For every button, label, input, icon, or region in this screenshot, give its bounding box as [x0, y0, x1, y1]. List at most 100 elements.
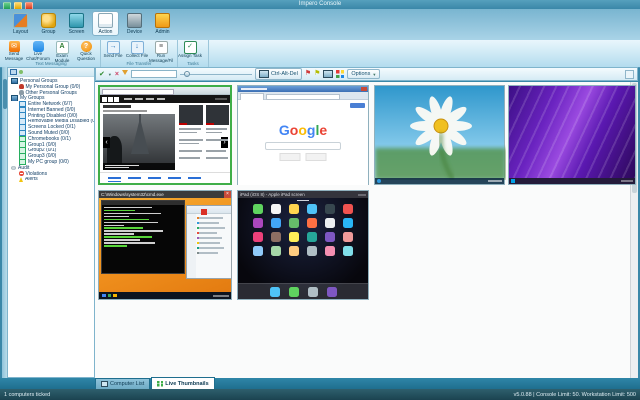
- ribbon-tab-label: Admin: [155, 29, 169, 35]
- view-tab-bar: Computer List Live Thumbnails: [0, 378, 640, 389]
- ribbon-tab-label: Group: [42, 29, 56, 35]
- tree-item-icon: [11, 95, 18, 101]
- address-bar: [102, 89, 174, 95]
- ribbon-group-label: File Transfer: [101, 61, 177, 66]
- ios-app-icon: [325, 218, 335, 228]
- slider-knob[interactable]: [184, 71, 190, 77]
- ios-dock-icon: [270, 287, 280, 297]
- sign-in-button: [350, 103, 365, 108]
- collapse-panel-icon[interactable]: [625, 70, 634, 79]
- computers-icon[interactable]: [10, 69, 17, 75]
- ribbon-tab[interactable]: Device: [122, 11, 147, 36]
- tree-item-icon: [19, 84, 24, 89]
- start-button-icon: [511, 179, 515, 183]
- options-button[interactable]: Options ▼: [347, 69, 380, 79]
- search-input[interactable]: [131, 70, 177, 78]
- tree-item-label: My PC group (0/0): [28, 159, 69, 165]
- ios-app-icon: [325, 232, 335, 242]
- ribbon-group-label: Text Messaging: [2, 61, 100, 66]
- status-bar: 1 computers ticked v5.0.88 | Console Lim…: [0, 389, 640, 400]
- ipad-title-text: iPad (iOS 8) - Apple iPad screen: [240, 192, 305, 197]
- tab-live-thumbnails[interactable]: Live Thumbnails: [151, 377, 214, 389]
- ribbon-tab-icon: [98, 13, 113, 28]
- ios-app-icon: [289, 204, 299, 214]
- title-bar: Impero Console: [0, 0, 640, 9]
- ios-status-bar: [297, 200, 309, 201]
- bbc-nav-bar: [100, 95, 230, 103]
- notification-badge: [201, 209, 207, 215]
- filter-icon[interactable]: [122, 70, 128, 78]
- google-search-box: [265, 142, 341, 150]
- ribbon-tab[interactable]: Admin: [150, 11, 175, 36]
- ie-taskbar-icon: [377, 179, 381, 183]
- select-dropdown-icon[interactable]: ▼: [108, 72, 112, 77]
- ribbon-button-label: Quick Question: [77, 51, 95, 61]
- tab-computer-list[interactable]: Computer List: [95, 378, 150, 389]
- cmd-window-title: C:\Windows\system32\cmd.exe ×: [99, 191, 231, 198]
- ios-app-icon: [253, 232, 263, 242]
- computer-list-icon: [101, 381, 108, 387]
- tree-item-icon: [19, 90, 24, 95]
- ios-app-icon: [289, 232, 299, 242]
- file-explorer-window: [186, 205, 232, 279]
- ribbon-group-file-transfer: Send File Collect File Run Message/File …: [101, 40, 178, 67]
- ribbon-tab[interactable]: Layout: [8, 11, 33, 36]
- tree-item-icon: [19, 177, 23, 182]
- live-thumbnails-icon: [157, 381, 163, 387]
- thumbnail-daisy-desktop[interactable]: [374, 85, 505, 185]
- tab-computer-list-label: Computer List: [110, 381, 144, 387]
- google-page: Google: [238, 100, 368, 185]
- ios-dock-icon: [289, 287, 299, 297]
- ribbon-tab-icon: [41, 13, 56, 28]
- refresh-icon[interactable]: [19, 70, 23, 74]
- groups-sidebar: Personal Groups My Personal Group (0/0) …: [7, 67, 95, 378]
- sidebar-header: [8, 68, 94, 77]
- ribbon-tab[interactable]: Screen: [64, 11, 89, 36]
- monitor-view-icon[interactable]: [323, 70, 333, 78]
- status-left: 1 computers ticked: [4, 392, 50, 398]
- google-logo-letter: G: [279, 122, 290, 138]
- bbc-footer-nav: [100, 172, 230, 183]
- window-title: Impero Console: [299, 1, 341, 7]
- thumbnail-cmd-desktop[interactable]: C:\Windows\system32\cmd.exe ×: [98, 190, 232, 300]
- tree-item[interactable]: Alerts: [8, 177, 94, 183]
- ribbon-tab[interactable]: Action: [92, 11, 119, 36]
- ios-app-icon: [307, 246, 317, 256]
- ios-app-icon: [307, 218, 317, 228]
- ribbon-group-tasks: Assign Task Tasks: [178, 40, 209, 67]
- carousel-left-arrow[interactable]: ‹: [103, 137, 110, 148]
- thumbnail-purple-desktop[interactable]: [508, 85, 636, 185]
- google-logo-letter: o: [298, 122, 307, 138]
- block-flag-icon[interactable]: ⚑: [305, 70, 311, 78]
- ios-dock-icon: [327, 287, 337, 297]
- tab-live-thumbnails-label: Live Thumbnails: [165, 381, 208, 387]
- thumbnail-ipad[interactable]: iPad (iOS 8) - Apple iPad screen: [237, 190, 369, 300]
- ctrl-alt-del-button[interactable]: Ctrl-Alt-Del: [255, 68, 302, 80]
- purple-wallpaper: [509, 86, 635, 184]
- ios-app-icon: [253, 218, 263, 228]
- thumbnail-size-slider[interactable]: [180, 74, 252, 75]
- thumbnail-google-search[interactable]: Google: [237, 85, 369, 185]
- ios-app-icon: [271, 218, 281, 228]
- thumbnail-bbc-news[interactable]: ‹ ›: [98, 85, 232, 185]
- ctrl-alt-del-label: Ctrl-Alt-Del: [271, 71, 298, 77]
- thumbnail-grid-icon[interactable]: [336, 70, 344, 78]
- clear-selection-icon[interactable]: ×: [115, 71, 119, 78]
- ios-app-icon: [271, 246, 281, 256]
- status-right: v5.0.88 | Console Limit: 50. Workstation…: [514, 392, 636, 398]
- google-logo-letter: e: [319, 122, 327, 138]
- ribbon-button-label: Collect File: [126, 53, 148, 58]
- ios-dock: [238, 283, 368, 299]
- ios-app-icon: [289, 246, 299, 256]
- sidebar-scrollbar-thumb[interactable]: [3, 79, 7, 109]
- allow-flag-icon[interactable]: ⚑: [314, 70, 320, 78]
- bbc-page-body: ‹ ›: [100, 103, 230, 174]
- ribbon-tab-label: Action: [99, 29, 113, 35]
- tree-item-icon: [19, 171, 24, 176]
- ribbon-group-label: Tasks: [178, 61, 208, 66]
- select-all-icon[interactable]: ✔: [99, 70, 105, 78]
- ribbon: Send Message Live Chat/Forum Exam Module…: [0, 40, 640, 68]
- ribbon-tab-icon: [69, 13, 84, 28]
- ribbon-button[interactable]: Assign Task: [178, 40, 202, 59]
- ribbon-tab[interactable]: Group: [36, 11, 61, 36]
